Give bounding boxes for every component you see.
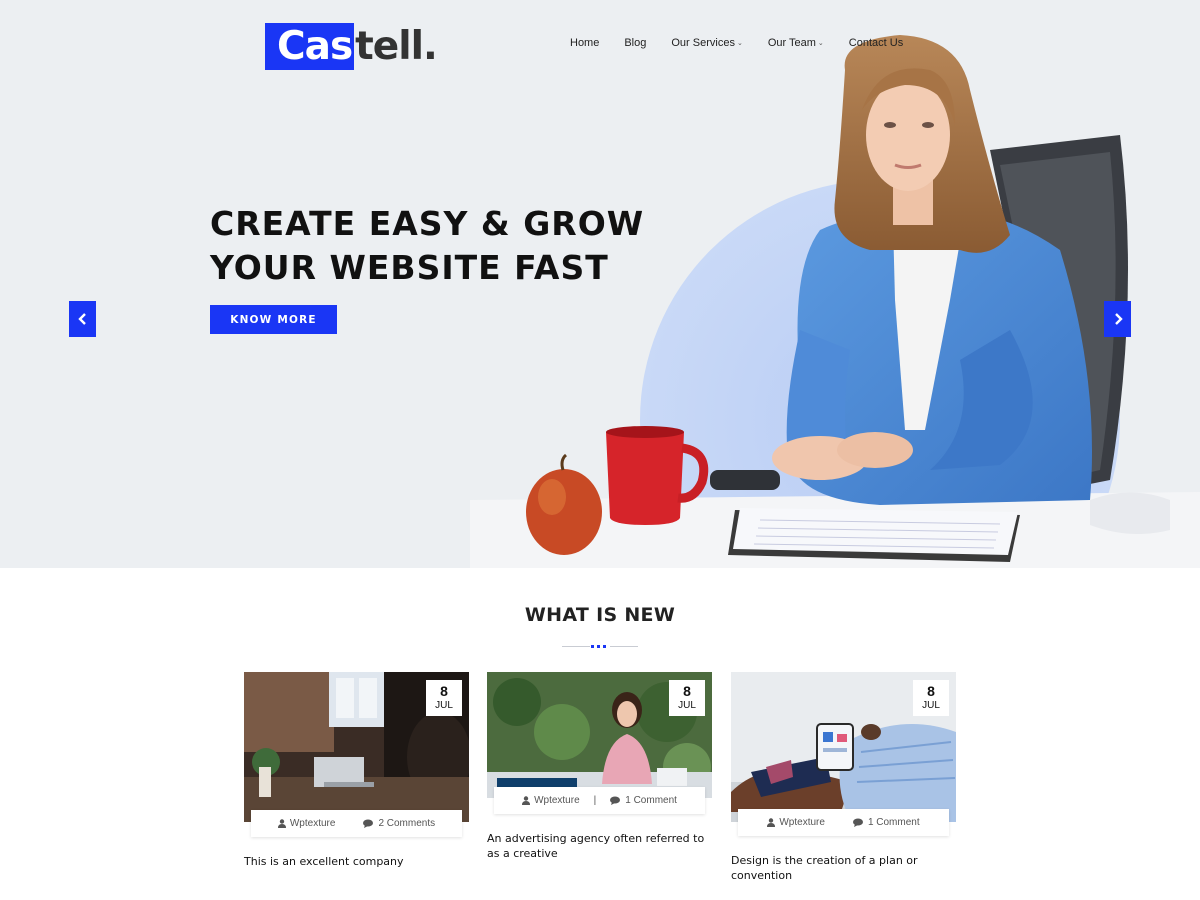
post-date-badge: 8 JUL <box>913 680 949 716</box>
nav-contact-us[interactable]: Contact Us <box>849 37 903 49</box>
post-month: JUL <box>435 700 453 711</box>
nav-label: Home <box>570 37 600 49</box>
slider-next-button[interactable] <box>1104 301 1131 337</box>
post-author[interactable]: Wptexture <box>522 795 580 806</box>
post-day: 8 <box>440 683 448 699</box>
slider-prev-button[interactable] <box>69 301 96 337</box>
chevron-down-icon: ⌄ <box>817 40 824 47</box>
meta-separator: | <box>593 795 597 806</box>
post-comment-count: 1 Comment <box>625 795 677 806</box>
post-comments[interactable]: 1 Comment <box>610 795 677 806</box>
post-author-name: Wptexture <box>534 795 580 806</box>
post-month: JUL <box>678 700 696 711</box>
know-more-button[interactable]: KNOW MORE <box>210 305 337 334</box>
hero-title: CREATE EASY & GROW YOUR WEBSITE FAST <box>210 202 644 290</box>
post-image[interactable]: 8 JUL <box>244 672 469 822</box>
post-date-badge: 8 JUL <box>426 680 462 716</box>
post-day: 8 <box>683 683 691 699</box>
comments-icon <box>852 818 863 827</box>
comments-icon <box>363 819 374 828</box>
section-divider <box>562 645 638 648</box>
post-author[interactable]: Wptexture <box>767 817 825 828</box>
post-author-name: Wptexture <box>779 817 825 828</box>
nav-home[interactable]: Home <box>570 37 599 49</box>
post-comments[interactable]: 1 Comment <box>852 817 920 828</box>
nav-label: Our Services <box>671 37 735 49</box>
post-author[interactable]: Wptexture <box>277 818 336 829</box>
hero-title-line-2: YOUR WEBSITE FAST <box>210 248 609 287</box>
nav-our-team[interactable]: Our Team ⌄ <box>768 37 824 49</box>
user-icon <box>767 818 776 827</box>
nav-label: Our Team <box>767 37 816 49</box>
post-meta: Wptexture | 1 Comment <box>494 787 705 814</box>
post-comment-count: 2 Comments <box>378 818 436 829</box>
logo-text: tell. <box>355 24 438 69</box>
main-nav: Home Blog Our Services ⌄ Our Team ⌄ Contac… <box>570 37 928 49</box>
post-title[interactable]: An advertising agency often referred to … <box>487 831 712 861</box>
comments-icon <box>610 796 621 805</box>
post-image[interactable]: 8 JUL <box>487 672 712 798</box>
post-author-name: Wptexture <box>289 818 336 829</box>
nav-label: Blog <box>624 37 647 49</box>
post-month: JUL <box>922 700 940 711</box>
logo[interactable]: Cas tell. <box>265 23 438 70</box>
hero-slider: Cas tell. Home Blog Our Services ⌄ Our Te… <box>0 0 1200 568</box>
post-day: 8 <box>927 683 935 699</box>
post-comments[interactable]: 2 Comments <box>363 818 435 829</box>
chevron-left-icon <box>77 313 86 325</box>
post-title[interactable]: This is an excellent company <box>244 854 469 869</box>
nav-our-services[interactable]: Our Services ⌄ <box>671 37 742 49</box>
post-meta: Wptexture 1 Comment <box>738 809 949 836</box>
post-image[interactable]: 8 JUL <box>731 672 956 822</box>
post-title[interactable]: Design is the creation of a plan or conv… <box>731 853 956 883</box>
chevron-right-icon <box>1114 313 1123 325</box>
logo-highlight: Cas <box>265 23 355 70</box>
post-meta: Wptexture 2 Comments <box>251 810 462 837</box>
user-icon <box>522 796 531 805</box>
post-comment-count: 1 Comment <box>867 817 920 828</box>
post-date-badge: 8 JUL <box>669 680 705 716</box>
section-title: WHAT IS NEW <box>524 604 676 626</box>
nav-label: Contact Us <box>848 37 904 49</box>
hero-title-line-1: CREATE EASY & GROW <box>210 204 645 243</box>
user-icon <box>277 819 286 828</box>
chevron-down-icon: ⌄ <box>736 40 743 47</box>
nav-blog[interactable]: Blog <box>624 37 646 49</box>
